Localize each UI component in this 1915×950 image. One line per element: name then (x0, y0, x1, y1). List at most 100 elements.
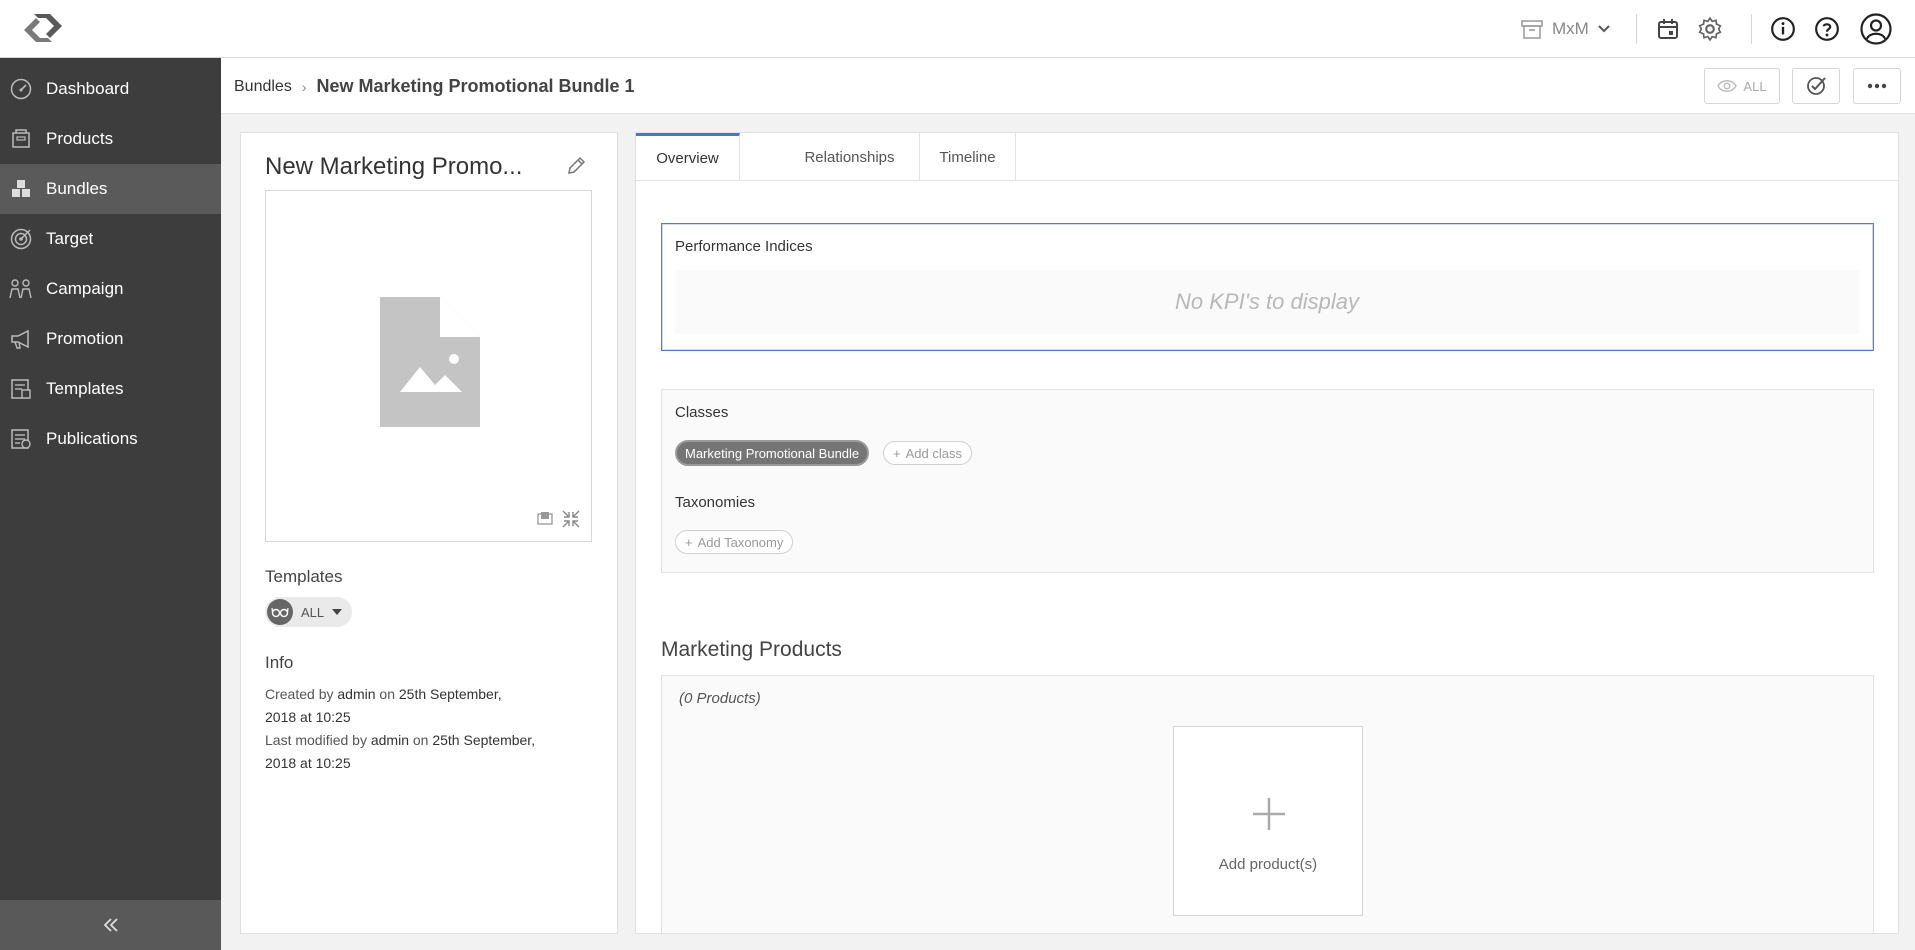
classes-card: Classes Marketing Promotional Bundle + A… (661, 389, 1874, 573)
tab-label: Timeline (939, 148, 996, 166)
help-button[interactable] (1812, 14, 1842, 44)
topbar-divider (1751, 14, 1752, 44)
sidebar-item-promotion[interactable]: Promotion (0, 314, 221, 364)
user-avatar-icon (1860, 13, 1892, 45)
created-info: Created by admin on 25th September, 2018… (265, 683, 585, 729)
app-logo-icon[interactable] (20, 10, 66, 46)
workspace-selector[interactable]: MxM (1520, 16, 1620, 42)
performance-title: Performance Indices (675, 238, 813, 255)
image-placeholder-icon (380, 297, 480, 427)
breadcrumb-parent-link[interactable]: Bundles (234, 78, 292, 96)
collapse-arrows-icon[interactable] (561, 509, 581, 529)
detail-panel: Overview Relationships Timeline Performa… (635, 132, 1899, 934)
sidebar-item-label: Promotion (46, 329, 124, 348)
thumbnail-view-icon[interactable] (536, 509, 556, 529)
eye-icon (1717, 80, 1738, 92)
sidebar-item-label: Templates (46, 379, 124, 398)
bundles-icon (9, 177, 33, 201)
caret-down-icon (332, 609, 343, 615)
settings-button[interactable] (1695, 14, 1725, 44)
calendar-button[interactable] (1653, 14, 1683, 44)
created-date: 25th September, (398, 686, 502, 702)
glasses-icon (267, 599, 293, 625)
add-product-label: Add product(s) (1218, 856, 1318, 873)
sidebar-item-target[interactable]: Target (0, 214, 221, 264)
sidebar-item-label: Campaign (46, 279, 124, 298)
add-product-button[interactable]: Add product(s) (1173, 726, 1363, 916)
modified-prefix: Last modified by (265, 732, 367, 748)
plus-icon: + (893, 445, 901, 461)
add-taxonomy-button[interactable]: + Add Taxonomy (675, 530, 794, 554)
megaphone-icon (9, 327, 33, 351)
help-icon (1815, 17, 1839, 41)
modified-on: on (412, 732, 429, 748)
created-prefix: Created by (265, 686, 334, 702)
pencil-icon[interactable] (565, 155, 587, 177)
class-chip[interactable]: Marketing Promotional Bundle (675, 440, 870, 466)
tab-label: Relationships (804, 148, 895, 166)
created-time: 2018 at 10:25 (265, 709, 351, 725)
taxonomies-title: Taxonomies (675, 494, 756, 511)
created-user: admin (337, 686, 376, 702)
kpi-empty-message: No KPI's to display (675, 270, 1859, 334)
created-on: on (379, 686, 395, 702)
sidebar-item-campaign[interactable]: Campaign (0, 264, 221, 314)
approve-button[interactable] (1792, 68, 1840, 104)
products-count: (0 Products) (679, 690, 761, 707)
template-selected-value: ALL (301, 604, 325, 620)
double-chevron-left-icon (103, 918, 118, 932)
sidebar-item-label: Products (46, 129, 114, 148)
chevron-down-icon (1598, 25, 1610, 33)
top-bar: MxM (0, 0, 1915, 58)
item-title: New Marketing Promo... (265, 153, 523, 180)
sidebar-item-label: Dashboard (46, 79, 130, 98)
page-header: Bundles › New Marketing Promotional Bund… (221, 58, 1915, 114)
sidebar-item-templates[interactable]: Templates (0, 364, 221, 414)
more-dots-icon (1867, 83, 1887, 89)
sidebar: Dashboard Products Bundles Target Campai… (0, 58, 221, 950)
tab-label: Overview (656, 150, 719, 167)
user-menu-button[interactable] (1859, 12, 1893, 46)
view-filter-label: ALL (1743, 78, 1767, 94)
tab-timeline[interactable]: Timeline (920, 133, 1016, 181)
add-class-label: Add class (905, 445, 962, 461)
sidebar-collapse-button[interactable] (0, 900, 221, 950)
calendar-icon (1658, 19, 1678, 39)
add-taxonomy-label: Add Taxonomy (697, 534, 784, 550)
products-icon (9, 127, 33, 151)
templates-icon (9, 377, 33, 401)
archive-box-icon (1521, 20, 1543, 39)
modified-user: admin (370, 732, 409, 748)
classes-title: Classes (675, 404, 729, 421)
modified-time: 2018 at 10:25 (265, 755, 351, 771)
check-circle-icon (1807, 77, 1826, 95)
sidebar-item-dashboard[interactable]: Dashboard (0, 64, 221, 114)
item-image-area (265, 190, 592, 542)
page-title: New Marketing Promotional Bundle 1 (316, 76, 635, 96)
sidebar-item-publications[interactable]: Publications (0, 414, 221, 464)
sidebar-item-label: Bundles (46, 179, 108, 198)
sidebar-item-bundles[interactable]: Bundles (0, 164, 221, 214)
campaign-icon (9, 277, 33, 301)
breadcrumb-separator-icon: › (301, 78, 307, 95)
gear-icon (1698, 16, 1722, 42)
dashboard-icon (9, 77, 33, 101)
target-icon (9, 227, 33, 251)
modified-date: 25th September, (432, 732, 536, 748)
marketing-products-title: Marketing Products (661, 638, 842, 661)
modified-info: Last modified by admin on 25th September… (265, 729, 585, 775)
template-selector[interactable]: ALL (265, 597, 353, 627)
add-class-button[interactable]: + Add class (883, 441, 972, 465)
sidebar-item-products[interactable]: Products (0, 114, 221, 164)
workspace-label: MxM (1552, 19, 1589, 38)
publications-icon (9, 427, 33, 451)
sidebar-item-label: Publications (46, 429, 138, 448)
tab-overview[interactable]: Overview (636, 133, 740, 181)
tab-relationships[interactable]: Relationships (740, 133, 920, 181)
info-button[interactable] (1768, 14, 1798, 44)
info-label: Info (265, 653, 294, 672)
more-options-button[interactable] (1853, 68, 1901, 104)
performance-indices-card: Performance Indices No KPI's to display (661, 223, 1874, 351)
info-icon (1771, 17, 1795, 41)
view-filter-button[interactable]: ALL (1704, 68, 1780, 104)
